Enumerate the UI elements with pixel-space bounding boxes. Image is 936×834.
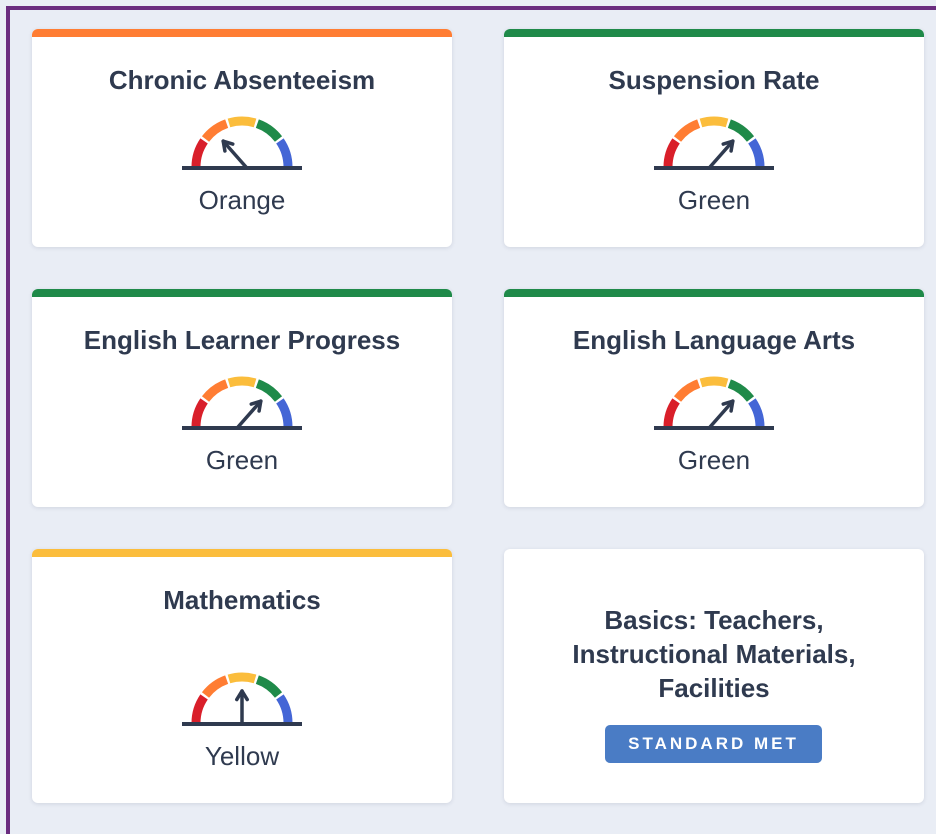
card-basics[interactable]: Basics: Teachers, Instructional Material… [504,549,924,803]
gauge-icon [182,376,302,430]
card-title: English Language Arts [572,325,856,355]
gauge-segment-red [191,694,208,724]
card-english-language-arts[interactable]: English Language Arts Green [504,289,924,507]
gauge-icon [654,116,774,170]
gauge-segment-blue [276,138,293,168]
status-color-bar [504,289,924,297]
gauge-segment-blue [276,398,293,428]
standard-met-badge: STANDARD MET [605,725,822,763]
gauge-segment-yellow [227,116,257,128]
card-title-line: Instructional Materials, [572,639,856,669]
status-label: Yellow [204,741,280,771]
gauge-needle [236,399,263,429]
gauge-segment-yellow [227,672,257,684]
gauge-segment-yellow [699,116,729,128]
status-color-bar [504,29,924,37]
status-label: Orange [198,185,286,215]
gauge-segment-orange [673,379,701,402]
status-color-bar [32,289,452,297]
gauge-needle [708,399,735,429]
gauge-segment-red [663,398,680,428]
status-color-bar [32,29,452,37]
gauge-segment-green [255,379,283,402]
gauge-icon [182,672,302,726]
gauge-segment-blue [748,138,765,168]
gauge-segment-green [255,675,283,698]
gauge-segment-blue [748,398,765,428]
gauge-segment-yellow [227,376,257,388]
gauge-segment-green [727,119,755,142]
card-title: Mathematics [163,585,321,615]
gauge-segment-blue [276,694,293,724]
gauge-segment-red [663,138,680,168]
card-english-learner-progress[interactable]: English Learner Progress Green [32,289,452,507]
status-label: Green [677,185,751,215]
card-title: Chronic Absenteeism [108,65,376,95]
gauge-segment-green [727,379,755,402]
gauge-icon [182,116,302,170]
gauge-segment-green [255,119,283,142]
card-suspension-rate[interactable]: Suspension Rate Green [504,29,924,247]
gauge-icon [654,376,774,430]
gauge-segment-orange [201,119,229,142]
card-title-line: Basics: Teachers, [604,605,824,635]
card-title: Basics: Teachers, Instructional Material… [504,603,924,705]
gauge-needle [221,139,248,169]
gauge-segment-red [191,138,208,168]
card-title-line: Facilities [658,673,770,703]
card-title: Suspension Rate [608,65,820,95]
status-label: Green [205,445,279,475]
card-chronic-absenteeism[interactable]: Chronic Absenteeism Orange [32,29,452,247]
gauge-segment-orange [201,379,229,402]
card-title: English Learner Progress [83,325,401,355]
status-color-bar [32,549,452,557]
gauge-segment-red [191,398,208,428]
gauge-segment-orange [201,675,229,698]
card-mathematics[interactable]: Mathematics Yellow [32,549,452,803]
status-label: Green [677,445,751,475]
gauge-needle [708,139,735,169]
gauge-segment-orange [673,119,701,142]
gauge-segment-yellow [699,376,729,388]
